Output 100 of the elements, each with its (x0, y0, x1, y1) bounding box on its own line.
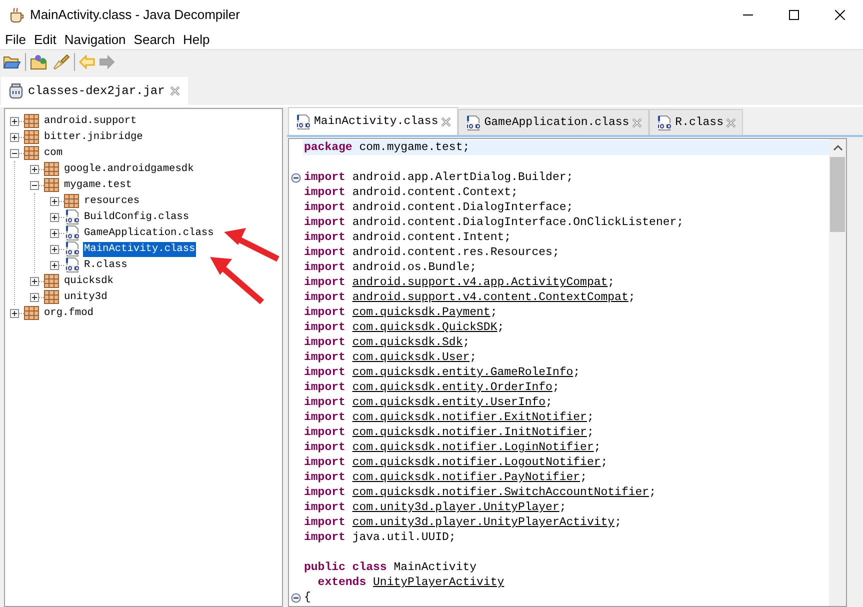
package-icon (44, 290, 59, 304)
tree-item[interactable]: android.support (43, 114, 138, 128)
menu-item[interactable]: Help (179, 30, 214, 48)
code-link[interactable]: com.quicksdk.notifier.SwitchAccountNotifier (352, 486, 650, 499)
menu-item[interactable]: File (1, 30, 30, 48)
editor-tab[interactable]: MainActivity.class (288, 107, 458, 135)
code-link[interactable]: com.quicksdk.entity.UserInfo (352, 396, 546, 409)
menu-item[interactable]: Edit (30, 30, 60, 48)
code-link[interactable]: com.quicksdk.Payment (352, 306, 490, 319)
code-line: import com.quicksdk.Payment; (303, 305, 498, 320)
expand-toggle[interactable] (10, 116, 19, 126)
scrollbar-thumb[interactable] (830, 157, 845, 232)
editor-tab[interactable]: R.class (649, 109, 744, 135)
tree-item[interactable]: MainActivity.class (83, 242, 196, 256)
code-line: import android.content.DialogInterface.OnClickListener; (303, 215, 685, 230)
code-line: import android.support.v4.content.ContextCompat; (303, 290, 636, 305)
code-line: import android.app.AlertDialog.Builder; (303, 170, 574, 185)
code-link[interactable]: com.quicksdk.entity.OrderInfo (352, 381, 552, 394)
fold-icon[interactable] (291, 172, 301, 182)
editor-tab[interactable]: GameApplication.class (458, 109, 650, 135)
code-line: public class MainActivity (303, 560, 478, 575)
tree-item[interactable]: resources (83, 194, 141, 208)
code-link[interactable]: com.unity3d.player.UnityPlayer (352, 501, 560, 514)
expand-toggle[interactable] (50, 228, 59, 238)
class-file-icon (295, 114, 311, 130)
package-icon (44, 178, 59, 192)
code-line: import android.content.Intent; (303, 230, 512, 245)
tree-item[interactable]: google.androidgamesdk (63, 162, 195, 176)
tree-item[interactable]: com (43, 146, 64, 160)
code-line: import com.quicksdk.notifier.LogoutNotifier; (303, 455, 609, 470)
expand-toggle[interactable] (10, 308, 19, 318)
code-link[interactable]: com.quicksdk.QuickSDK (352, 321, 498, 334)
window-title: MainActivity.class - Java Decompiler (30, 6, 240, 24)
code-line: import com.quicksdk.notifier.SwitchAccountNotifier; (303, 485, 657, 500)
code-line: import com.quicksdk.notifier.PayNotifier; (303, 470, 588, 485)
tree-item[interactable]: BuildConfig.class (83, 210, 190, 224)
collapse-toggle[interactable] (10, 148, 19, 158)
code-link[interactable]: com.quicksdk.notifier.ExitNotifier (352, 411, 587, 424)
annotation-arrow (210, 255, 266, 305)
code-line: import com.quicksdk.Sdk; (303, 335, 471, 350)
code-line: import com.unity3d.player.UnityPlayer; (303, 500, 568, 515)
fold-icon[interactable] (291, 592, 301, 602)
code-link[interactable]: com.quicksdk.User (352, 351, 470, 364)
code-line: import android.content.Context; (303, 185, 519, 200)
expand-toggle[interactable] (30, 164, 39, 174)
class-file-icon (656, 114, 672, 130)
code-link[interactable]: android.support.v4.app.ActivityCompat (352, 276, 608, 289)
package-icon (44, 162, 59, 176)
code-link[interactable]: com.quicksdk.notifier.InitNotifier (352, 426, 587, 439)
code-line: import com.quicksdk.User; (303, 350, 478, 365)
code-link[interactable]: com.quicksdk.Sdk (352, 336, 463, 349)
code-line: import android.content.res.Resources; (303, 245, 560, 260)
code-link[interactable]: UnityPlayerActivity (373, 576, 504, 589)
package-icon (64, 194, 79, 208)
class-file-icon (465, 114, 482, 130)
tree-item[interactable]: R.class (83, 258, 128, 272)
package-icon (24, 146, 39, 160)
code-line: import android.content.DialogInterface; (303, 200, 574, 215)
expand-toggle[interactable] (30, 292, 39, 302)
tree-item[interactable]: unity3d (63, 290, 108, 304)
code-line: import java.util.UUID; (303, 530, 457, 545)
tree-item[interactable]: mygame.test (63, 178, 133, 192)
class-file-icon (64, 209, 80, 225)
package-icon (24, 130, 39, 144)
class-file-icon (64, 241, 80, 257)
expand-toggle[interactable] (10, 132, 19, 142)
tree-item[interactable]: GameApplication.class (83, 226, 215, 240)
expand-toggle[interactable] (50, 244, 59, 254)
code-link[interactable]: com.quicksdk.notifier.LogoutNotifier (352, 456, 601, 469)
close-tab-icon[interactable] (632, 118, 642, 128)
maximize-icon (789, 10, 799, 20)
collapse-toggle[interactable] (30, 180, 39, 190)
package-icon (24, 306, 39, 320)
tree-item[interactable]: org.fmod (43, 306, 94, 320)
expand-toggle[interactable] (50, 212, 59, 222)
close-tab-icon[interactable] (441, 116, 452, 126)
code-link[interactable]: com.quicksdk.entity.GameRoleInfo (352, 366, 574, 379)
jar-icon (9, 83, 23, 99)
code-line: import com.unity3d.player.UnityPlayerActivity; (303, 515, 622, 530)
menu-item[interactable]: Navigation (60, 30, 130, 48)
code-link[interactable]: com.quicksdk.notifier.LoginNotifier (352, 441, 594, 454)
file-tab[interactable]: classes-dex2jar.jar (1, 77, 188, 105)
code-link[interactable]: com.unity3d.player.UnityPlayerActivity (352, 516, 615, 529)
scrollbar[interactable] (829, 139, 846, 606)
code-line: import com.quicksdk.notifier.InitNotifier; (303, 425, 595, 440)
tree-item[interactable]: quicksdk (63, 274, 114, 288)
class-file-icon (64, 257, 80, 273)
menu-item[interactable]: Search (130, 30, 179, 48)
close-tab-icon[interactable] (170, 86, 180, 96)
expand-toggle[interactable] (30, 276, 39, 286)
code-line: extends UnityPlayerActivity (316, 575, 506, 590)
tree-item[interactable]: bitter.jnibridge (43, 130, 144, 144)
scroll-up-icon[interactable] (832, 144, 842, 152)
close-tab-icon[interactable] (726, 118, 736, 128)
class-file-icon (64, 225, 80, 241)
annotation-arrow (224, 227, 280, 262)
expand-toggle[interactable] (50, 196, 59, 206)
code-link[interactable]: com.quicksdk.notifier.PayNotifier (352, 471, 580, 484)
expand-toggle[interactable] (50, 260, 59, 270)
code-link[interactable]: android.support.v4.content.ContextCompat (352, 291, 628, 304)
